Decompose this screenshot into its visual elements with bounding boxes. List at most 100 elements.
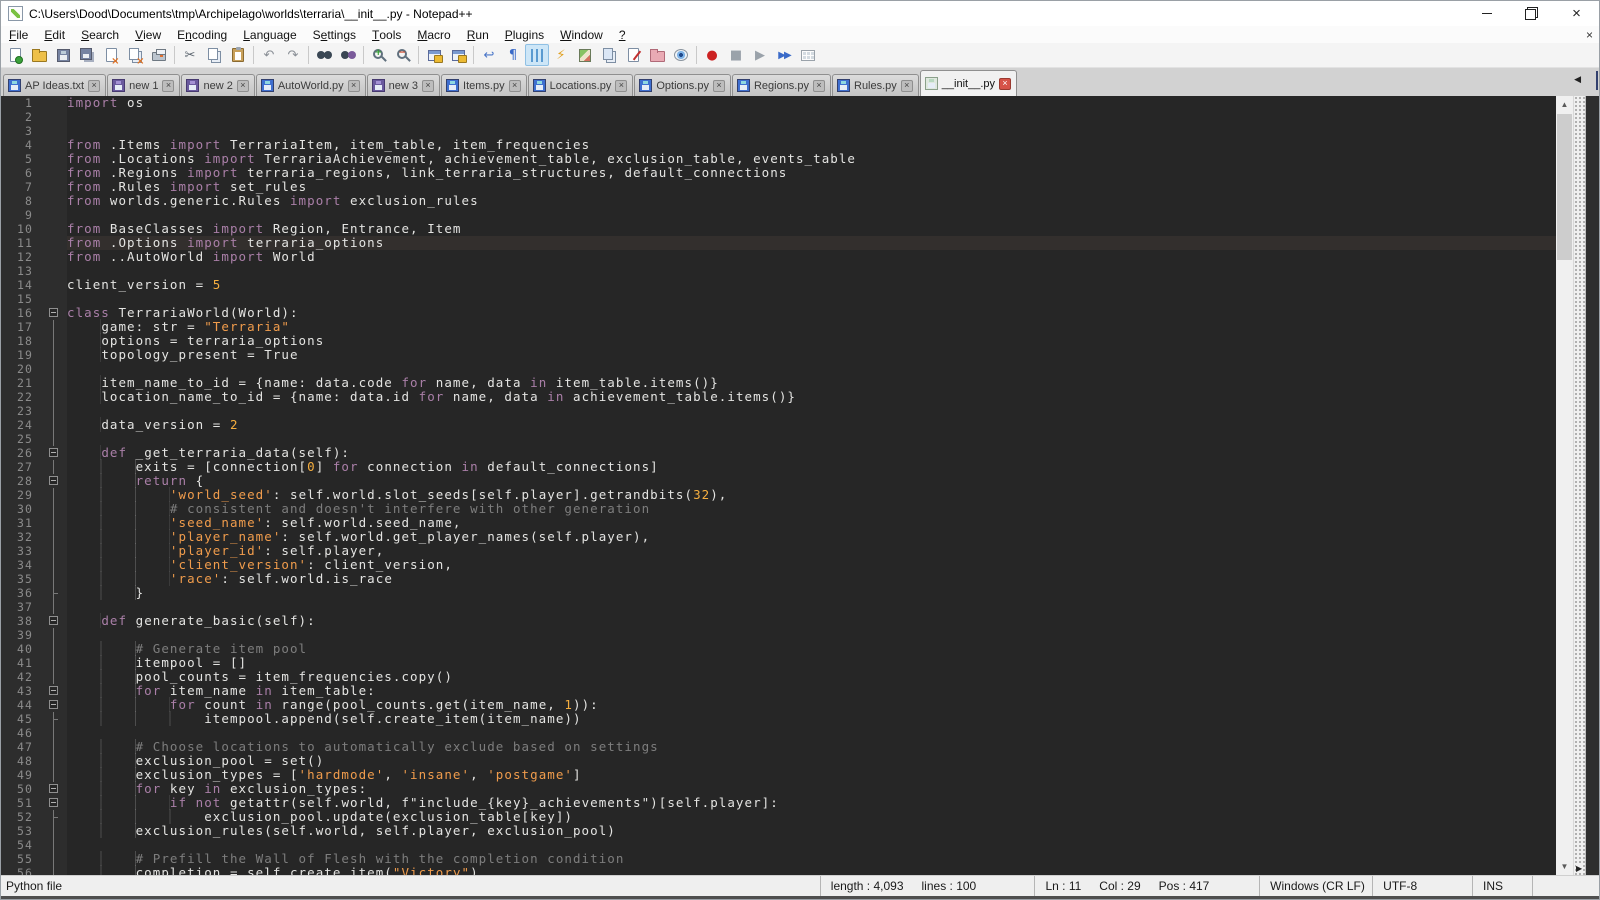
code-line[interactable]: 25	[1, 432, 1556, 446]
splitter-expand-icon[interactable]: ▶	[1576, 864, 1582, 873]
line-number[interactable]: 18	[1, 334, 41, 348]
line-number[interactable]: 52	[1, 810, 41, 824]
fold-collapse-icon[interactable]	[49, 784, 58, 793]
tab-close-icon[interactable]: ×	[237, 80, 249, 92]
find-icon[interactable]	[312, 44, 336, 66]
code-line[interactable]: 22 location_name_to_id = {name: data.id …	[1, 390, 1556, 404]
tab-__init__.py[interactable]: __init__.py×	[920, 70, 1017, 96]
line-number[interactable]: 43	[1, 684, 41, 698]
document-switcher-icon[interactable]	[597, 44, 621, 66]
tab-new-1[interactable]: new 1×	[107, 74, 180, 96]
line-number[interactable]: 54	[1, 838, 41, 852]
line-number[interactable]: 31	[1, 516, 41, 530]
line-number[interactable]: 6	[1, 166, 41, 180]
close-all-icon[interactable]	[123, 44, 147, 66]
fold-collapse-icon[interactable]	[49, 616, 58, 625]
menu-item-file[interactable]: File	[1, 26, 36, 43]
menu-item-encoding[interactable]: Encoding	[169, 26, 235, 43]
macro-save-icon[interactable]	[796, 44, 820, 66]
code-line[interactable]: 40 # Generate item pool	[1, 642, 1556, 656]
save-icon[interactable]	[51, 44, 75, 66]
sync-horizontal-scroll-icon[interactable]	[446, 44, 470, 66]
line-number[interactable]: 23	[1, 404, 41, 418]
code-line[interactable]: 44 for count in range(pool_counts.get(it…	[1, 698, 1556, 712]
line-number[interactable]: 42	[1, 670, 41, 684]
menu-item-view[interactable]: View	[127, 26, 169, 43]
line-number[interactable]: 49	[1, 768, 41, 782]
line-number[interactable]: 22	[1, 390, 41, 404]
tab-options.py[interactable]: Options.py×	[634, 74, 731, 96]
code-line[interactable]: 42 pool_counts = item_frequencies.copy()	[1, 670, 1556, 684]
code-line[interactable]: 35 'race': self.world.is_race	[1, 572, 1556, 586]
line-number[interactable]: 35	[1, 572, 41, 586]
code-line[interactable]: 17 game: str = "Terraria"	[1, 320, 1556, 334]
line-number[interactable]: 50	[1, 782, 41, 796]
code-line[interactable]: 32 'player_name': self.world.get_player_…	[1, 530, 1556, 544]
tab-items.py[interactable]: Items.py×	[441, 74, 527, 96]
save-all-icon[interactable]	[75, 44, 99, 66]
scroll-down-icon[interactable]: ▼	[1556, 858, 1573, 875]
print-icon[interactable]	[147, 44, 171, 66]
code-line[interactable]: 51 if not getattr(self.world, f"include_…	[1, 796, 1556, 810]
fold-margin[interactable]	[41, 614, 67, 628]
close-file-icon[interactable]	[99, 44, 123, 66]
code-line[interactable]: 34 'client_version': client_version,	[1, 558, 1556, 572]
line-number[interactable]: 28	[1, 474, 41, 488]
tab-close-icon[interactable]: ×	[813, 80, 825, 92]
tab-ap-ideas.txt[interactable]: AP Ideas.txt×	[3, 74, 106, 96]
line-number[interactable]: 44	[1, 698, 41, 712]
macro-run-multiple-icon[interactable]: ▶▶	[772, 44, 796, 66]
code-line[interactable]: 55 # Prefill the Wall of Flesh with the …	[1, 852, 1556, 866]
line-number[interactable]: 11	[1, 236, 41, 250]
line-number[interactable]: 3	[1, 124, 41, 138]
code-line[interactable]: 12from ..AutoWorld import World	[1, 250, 1556, 264]
line-number[interactable]: 55	[1, 852, 41, 866]
line-number[interactable]: 53	[1, 824, 41, 838]
line-number[interactable]: 9	[1, 208, 41, 222]
line-number[interactable]: 56	[1, 866, 41, 875]
code-line[interactable]: 54	[1, 838, 1556, 852]
indent-guide-icon[interactable]	[525, 44, 549, 66]
lightning-icon[interactable]: ⚡	[549, 44, 573, 66]
line-number[interactable]: 13	[1, 264, 41, 278]
code-line[interactable]: 45 itempool.append(self.create_item(item…	[1, 712, 1556, 726]
edit-page-icon[interactable]	[621, 44, 645, 66]
second-view-tab-icon[interactable]	[1596, 72, 1598, 90]
tab-rules.py[interactable]: Rules.py×	[832, 74, 919, 96]
line-number[interactable]: 20	[1, 362, 41, 376]
line-number[interactable]: 2	[1, 110, 41, 124]
paste-icon[interactable]	[226, 44, 250, 66]
menu-item-run[interactable]: Run	[459, 26, 497, 43]
fold-margin[interactable]	[41, 796, 67, 810]
code-line[interactable]: 6from .Regions import terraria_regions, …	[1, 166, 1556, 180]
fold-margin[interactable]	[41, 306, 67, 320]
line-number[interactable]: 34	[1, 558, 41, 572]
code-line[interactable]: 10from BaseClasses import Region, Entran…	[1, 222, 1556, 236]
line-number[interactable]: 15	[1, 292, 41, 306]
code-line[interactable]: 8from worlds.generic.Rules import exclus…	[1, 194, 1556, 208]
line-number[interactable]: 51	[1, 796, 41, 810]
line-number[interactable]: 14	[1, 278, 41, 292]
line-number[interactable]: 46	[1, 726, 41, 740]
line-number[interactable]: 1	[1, 96, 41, 110]
code-line[interactable]: 52 exclusion_pool.update(exclusion_table…	[1, 810, 1556, 824]
line-number[interactable]: 19	[1, 348, 41, 362]
code-line[interactable]: 27 exits = [connection[0] for connection…	[1, 460, 1556, 474]
line-number[interactable]: 38	[1, 614, 41, 628]
line-number[interactable]: 17	[1, 320, 41, 334]
minimize-button[interactable]	[1464, 1, 1509, 26]
code-line[interactable]: 14client_version = 5	[1, 278, 1556, 292]
code-line[interactable]: 33 'player_id': self.player,	[1, 544, 1556, 558]
vertical-scrollbar[interactable]: ▲ ▼	[1556, 96, 1573, 875]
code-line[interactable]: 49 exclusion_types = ['hardmode', 'insan…	[1, 768, 1556, 782]
tab-close-icon[interactable]: ×	[88, 80, 100, 92]
menu-item-window[interactable]: Window	[552, 26, 611, 43]
code-line[interactable]: 43 for item_name in item_table:	[1, 684, 1556, 698]
tab-close-icon[interactable]: ×	[422, 80, 434, 92]
menu-item-edit[interactable]: Edit	[36, 26, 73, 43]
cut-icon[interactable]: ✂	[178, 44, 202, 66]
status-insert-mode[interactable]: INS	[1472, 876, 1532, 896]
code-line[interactable]: 16class TerrariaWorld(World):	[1, 306, 1556, 320]
new-file-icon[interactable]	[3, 44, 27, 66]
line-number[interactable]: 26	[1, 446, 41, 460]
